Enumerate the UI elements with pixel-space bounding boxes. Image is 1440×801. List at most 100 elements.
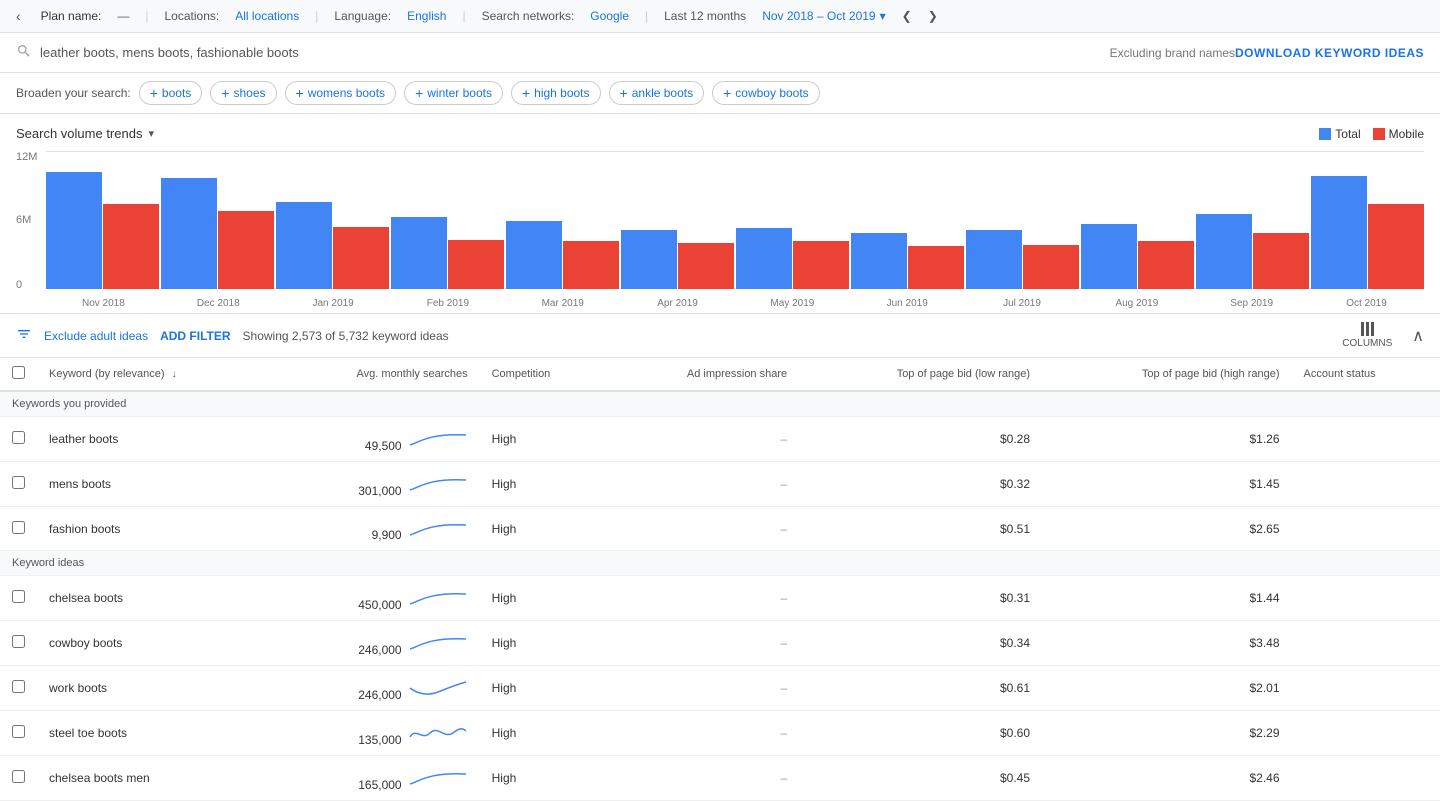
ad-share-cell: – [607,666,799,711]
bar-total-9[interactable] [1081,224,1137,289]
plus-icon: + [221,85,229,101]
bar-total-0[interactable] [46,172,102,289]
bar-total-11[interactable] [1311,176,1367,289]
bar-total-5[interactable] [621,230,677,289]
row-checkbox[interactable] [12,770,25,783]
account-status-cell [1292,621,1440,666]
bid-low-cell: $0.45 [799,755,1042,800]
broaden-chip-ankle-boots[interactable]: + ankle boots [609,81,705,105]
bar-total-6[interactable] [736,228,792,289]
avg-searches-cell: 135,000 [271,710,480,755]
columns-label: COLUMNS [1342,338,1392,349]
bar-total-1[interactable] [161,178,217,289]
row-checkbox[interactable] [12,590,25,603]
top-bar: ‹ Plan name: — | Locations: All location… [0,0,1440,33]
avg-searches-cell: 246,000 [271,621,480,666]
bar-mobile-2[interactable] [333,227,389,289]
chip-label-high-boots: high boots [534,86,589,100]
bar-total-2[interactable] [276,202,332,289]
account-status-cell [1292,417,1440,462]
bar-mobile-6[interactable] [793,241,849,289]
search-query[interactable]: leather boots, mens boots, fashionable b… [40,45,1110,60]
header-checkbox-cell [0,358,37,391]
bar-total-10[interactable] [1196,214,1252,289]
bar-mobile-1[interactable] [218,211,274,289]
row-checkbox[interactable] [12,431,25,444]
bar-mobile-8[interactable] [1023,245,1079,289]
avg-searches-cell: 49,500 [271,417,480,462]
locations-value: All locations [235,9,299,23]
bar-total-8[interactable] [966,230,1022,289]
bar-mobile-9[interactable] [1138,241,1194,289]
bar-mobile-10[interactable] [1253,233,1309,289]
header-bid-high[interactable]: Top of page bid (high range) [1042,358,1292,391]
plan-name-value: — [117,9,129,23]
y-label-12m: 12M [16,151,37,163]
separator1: | [145,9,148,23]
broaden-chip-womens-boots[interactable]: + womens boots [285,81,397,105]
row-checkbox[interactable] [12,476,25,489]
header-bid-low[interactable]: Top of page bid (low range) [799,358,1042,391]
chart-bars-area [46,149,1424,289]
bar-mobile-7[interactable] [908,246,964,289]
broaden-chip-boots[interactable]: + boots [139,81,203,105]
account-status-cell [1292,576,1440,621]
date-range-value: Nov 2018 – Oct 2019 [762,9,875,23]
header-ad-share[interactable]: Ad impression share [607,358,799,391]
row-checkbox-cell [0,506,37,551]
bid-low-cell: $0.51 [799,506,1042,551]
header-keyword[interactable]: Keyword (by relevance) ↓ [37,358,271,391]
broaden-chip-high-boots[interactable]: + high boots [511,81,601,105]
chart-section: Search volume trends ▾ Total Mobile 12M … [0,114,1440,309]
bar-group-sep-2019 [1196,214,1309,289]
showing-text: Showing 2,573 of 5,732 keyword ideas [243,329,449,343]
bar-mobile-4[interactable] [563,241,619,289]
row-checkbox[interactable] [12,521,25,534]
bar-group-jan-2019 [276,202,389,289]
nav-back[interactable]: ❮ [902,9,912,23]
account-status-cell [1292,506,1440,551]
competition-cell: High [480,621,608,666]
broaden-chip-shoes[interactable]: + shoes [210,81,276,105]
collapse-button[interactable]: ∧ [1412,326,1424,346]
broaden-chip-cowboy-boots[interactable]: + cowboy boots [712,81,820,105]
select-all-checkbox[interactable] [12,366,25,379]
chart-title[interactable]: Search volume trends [16,126,142,141]
bar-total-7[interactable] [851,233,907,289]
section-header-keywords-you-provided: Keywords you provided [0,391,1440,417]
bar-total-3[interactable] [391,217,447,289]
ad-share-cell: – [607,710,799,755]
header-account-status[interactable]: Account status [1292,358,1440,391]
bar-mobile-5[interactable] [678,243,734,289]
columns-button[interactable]: COLUMNS [1342,322,1392,349]
broaden-chip-winter-boots[interactable]: + winter boots [404,81,503,105]
bar-mobile-0[interactable] [103,204,159,289]
back-arrow[interactable]: ‹ [12,6,25,26]
broaden-label: Broaden your search: [16,86,131,100]
chip-label-shoes: shoes [233,86,265,100]
add-filter-button[interactable]: ADD FILTER [160,329,230,343]
excluding-brand-text: Excluding brand names [1110,46,1235,60]
bar-mobile-11[interactable] [1368,204,1424,289]
row-checkbox-cell [0,461,37,506]
exclude-adult-button[interactable]: Exclude adult ideas [44,329,148,343]
table-row: chelsea boots450,000High–$0.31$1.44 [0,576,1440,621]
row-checkbox[interactable] [12,635,25,648]
keyword-cell: mens boots [37,461,271,506]
header-competition[interactable]: Competition [480,358,608,391]
account-status-cell [1292,666,1440,711]
date-range-button[interactable]: Nov 2018 – Oct 2019 ▾ [762,9,885,23]
filter-icon [16,326,32,345]
bar-total-4[interactable] [506,221,562,289]
download-keyword-ideas-button[interactable]: DOWNLOAD KEYWORD IDEAS [1235,46,1424,60]
bid-low-cell: $0.28 [799,417,1042,462]
row-checkbox[interactable] [12,680,25,693]
locations-label: Locations: [165,9,220,23]
bid-high-cell: $2.29 [1042,710,1292,755]
nav-forward[interactable]: ❯ [928,9,938,23]
bid-low-cell: $0.32 [799,461,1042,506]
bid-high-cell: $1.26 [1042,417,1292,462]
header-avg-searches[interactable]: Avg. monthly searches [271,358,480,391]
chip-label-womens-boots: womens boots [308,86,385,100]
bar-mobile-3[interactable] [448,240,504,289]
